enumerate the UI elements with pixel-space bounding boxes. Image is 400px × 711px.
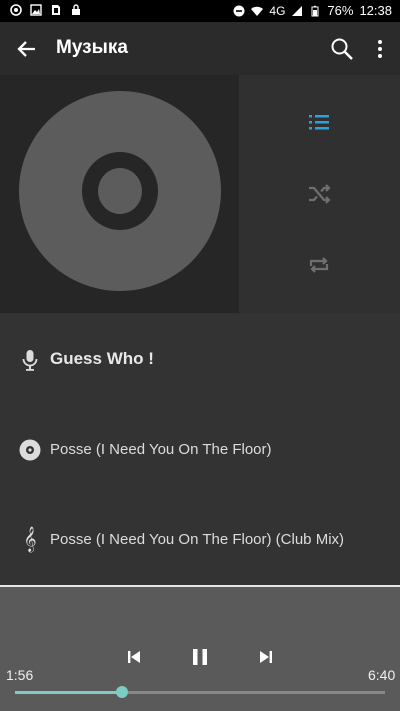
image-icon — [30, 4, 42, 16]
toolbar: Музыка — [0, 22, 400, 75]
dnd-icon — [233, 5, 245, 16]
album-name: Posse (I Need You On The Floor) — [50, 441, 272, 458]
artist-row: Guess Who ! — [0, 340, 400, 380]
seek-bar[interactable] — [15, 686, 385, 698]
side-controls — [239, 75, 400, 313]
queue-list-icon[interactable] — [305, 109, 333, 137]
treble-clef-icon: 𝄞 — [23, 527, 37, 552]
track-title: Posse (I Need You On The Floor) (Club Mi… — [50, 531, 345, 548]
battery-icon — [311, 5, 319, 16]
total-duration: 6:40 — [368, 667, 396, 683]
search-icon[interactable] — [329, 36, 355, 62]
lock-icon — [72, 4, 80, 15]
pause-icon[interactable] — [188, 645, 212, 669]
sim-icon — [52, 5, 60, 15]
album-art — [0, 75, 239, 313]
page-title: Музыка — [56, 37, 128, 58]
elapsed-time: 1:56 — [6, 667, 34, 683]
seek-progress — [15, 691, 123, 694]
artist-name: Guess Who ! — [50, 349, 154, 368]
album-row: Posse (I Need You On The Floor) — [0, 430, 400, 470]
seek-thumb[interactable] — [116, 686, 129, 698]
status-bar: 4G 76% 12:38 — [0, 0, 400, 22]
network-type: 4G — [269, 3, 286, 18]
previous-icon[interactable] — [122, 645, 146, 669]
wifi-icon — [251, 6, 264, 16]
title-row: 𝄞 Posse (I Need You On The Floor) (Club … — [0, 520, 400, 560]
arrow-left-icon[interactable] — [14, 36, 40, 62]
album-disc-icon — [19, 439, 41, 461]
signal-icon — [292, 5, 303, 16]
shuffle-icon[interactable] — [305, 180, 333, 208]
more-vert-icon[interactable] — [370, 36, 390, 62]
record-icon — [10, 4, 22, 16]
next-icon[interactable] — [254, 645, 278, 669]
disc-icon — [19, 91, 221, 291]
repeat-icon[interactable] — [305, 251, 333, 279]
clock: 12:38 — [359, 3, 392, 18]
player-bar: 1:56 6:40 — [0, 587, 400, 711]
microphone-icon — [22, 350, 38, 371]
battery-level: 76% — [327, 3, 354, 18]
